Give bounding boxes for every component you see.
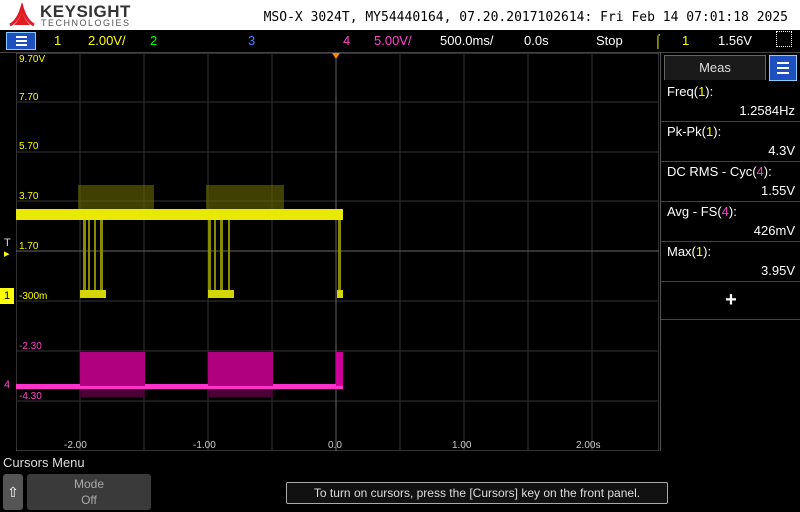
measurement-value: 1.55V — [761, 183, 795, 198]
mode-value: Off — [81, 493, 97, 507]
keysight-logo-icon — [9, 3, 35, 27]
x-axis-label: 2.00s — [576, 440, 600, 451]
time-delay[interactable]: 0.0s — [524, 33, 549, 48]
ch3-number[interactable]: 3 — [248, 33, 255, 48]
channel-bar: 1 2.00V/ 2 3 4 5.00V/ 500.0ms/ 0.0s Stop… — [0, 30, 800, 53]
x-axis-label: 0.0 — [328, 440, 342, 451]
timebase-scale[interactable]: 500.0ms/ — [440, 33, 493, 48]
measurement-pkpk[interactable]: Pk-Pk(1): 4.3V — [661, 121, 800, 162]
measurement-value: 1.2584Hz — [739, 103, 795, 118]
measurement-freq[interactable]: Freq(1): 1.2584Hz — [661, 81, 800, 122]
mode-softkey[interactable]: Mode Off — [27, 474, 151, 510]
instrument-info: MSO-X 3024T, MY54440164, 07.20.201710261… — [263, 10, 788, 25]
ch4-scale[interactable]: 5.00V/ — [374, 33, 412, 48]
ch1-y-label: -300m — [19, 291, 47, 302]
x-axis-label: -1.00 — [193, 440, 216, 451]
meas-menu-button[interactable] — [769, 55, 797, 81]
ch1-scale[interactable]: 2.00V/ — [88, 33, 126, 48]
add-measurement-button[interactable]: + — [661, 281, 800, 320]
measurement-dc-rms[interactable]: DC RMS - Cyc(4): 1.55V — [661, 161, 800, 202]
trigger-level[interactable]: 1.56V — [718, 33, 752, 48]
measurement-value: 426mV — [753, 223, 795, 238]
x-axis-label: -2.00 — [64, 440, 87, 451]
ch4-y-label: -4.30 — [19, 391, 42, 402]
measurement-avg[interactable]: Avg - FS(4): 426mV — [661, 201, 800, 242]
brand-subtitle: TECHNOLOGIES — [41, 18, 131, 28]
softkey-bar: Cursors Menu ⇧ Mode Off To turn on curso… — [0, 452, 800, 512]
measurement-value: 4.3V — [768, 143, 795, 158]
ch4-y-label: -2.30 — [19, 341, 42, 352]
measurement-max[interactable]: Max(1): 3.95V — [661, 241, 800, 282]
ch1-y-label: 3.70 — [19, 191, 39, 202]
measurements-panel: Meas Freq(1): 1.2584Hz Pk-Pk(1): 4.3V DC… — [660, 53, 800, 451]
ch1-ground-marker[interactable]: 1 — [0, 288, 14, 304]
ch1-y-label: 5.70 — [19, 141, 39, 152]
ch4-ground-marker[interactable]: 4 — [0, 377, 14, 393]
status-message: To turn on cursors, press the [Cursors] … — [286, 482, 668, 504]
run-state[interactable]: Stop — [596, 33, 623, 48]
ch1-y-label: 7.70 — [19, 92, 39, 103]
mode-label: Mode — [73, 477, 105, 491]
ch4-number[interactable]: 4 — [343, 33, 350, 48]
trigger-level-marker[interactable]: T ▸ — [4, 238, 11, 260]
fullscreen-icon[interactable] — [776, 31, 792, 47]
x-axis-label: 1.00 — [452, 440, 472, 451]
menu-title: Cursors Menu — [3, 455, 85, 470]
ch1-y-label: 1.70 — [19, 241, 39, 252]
ch1-y-label: 9.70V — [19, 54, 45, 65]
ch1-number[interactable]: 1 — [54, 33, 61, 48]
tab-meas[interactable]: Meas — [664, 55, 766, 80]
trigger-source[interactable]: 1 — [682, 33, 689, 48]
title-bar: KEYSIGHT TECHNOLOGIES MSO-X 3024T, MY544… — [0, 0, 800, 30]
ch2-number[interactable]: 2 — [150, 33, 157, 48]
measurement-value: 3.95V — [761, 263, 795, 278]
trigger-edge-icon: ⌠ — [654, 33, 662, 48]
waveform-display[interactable]: 9.70V 7.70 5.70 3.70 1.70 -300m -2.30 -4… — [16, 53, 659, 451]
main-menu-button[interactable] — [6, 32, 36, 50]
menu-up-icon[interactable]: ⇧ — [3, 474, 23, 510]
